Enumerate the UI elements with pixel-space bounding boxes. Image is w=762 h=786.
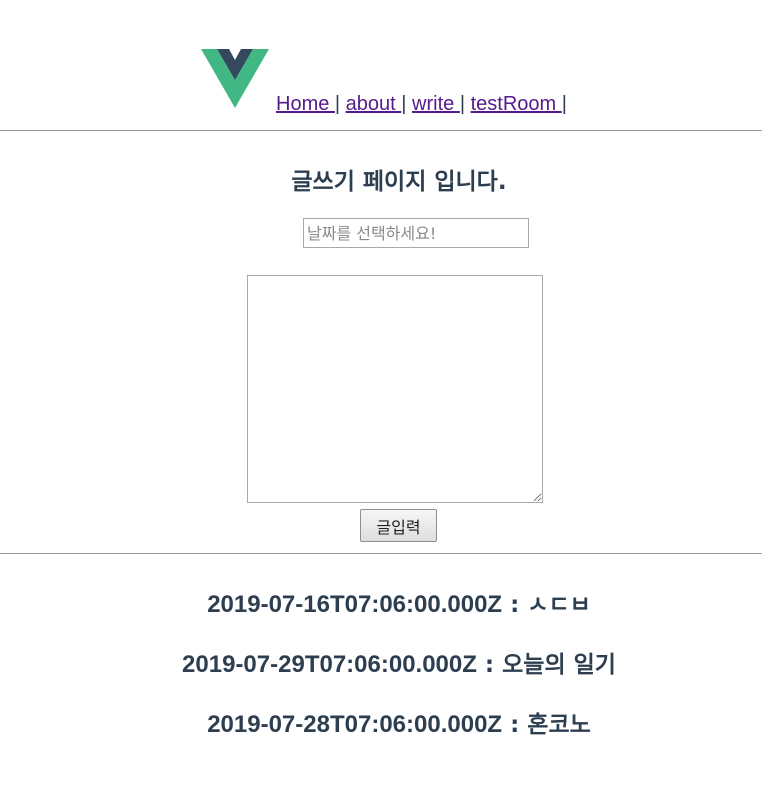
- entry-date: 2019-07-28T07:06:00.000Z: [207, 711, 503, 738]
- submit-post-button[interactable]: 글입력: [360, 509, 437, 542]
- entry-text: ㅅㄷㅂ: [527, 592, 591, 618]
- content-divider: [0, 553, 762, 554]
- entry-date: 2019-07-29T07:06:00.000Z: [182, 651, 477, 678]
- entry-separator: :: [502, 592, 528, 618]
- nav-link-home[interactable]: Home: [276, 93, 335, 115]
- nav-separator: |: [561, 93, 567, 115]
- nav-link-about[interactable]: about: [346, 93, 402, 115]
- entry-separator: :: [502, 712, 528, 738]
- nav-separator: |: [334, 93, 341, 115]
- content-textarea[interactable]: [247, 275, 543, 503]
- entry-text: 오늘의 일기: [502, 652, 616, 678]
- nav-separator: |: [459, 93, 466, 115]
- vue-logo-icon: [201, 49, 269, 108]
- entry-separator: :: [476, 652, 503, 678]
- entry-text: 혼코노: [527, 712, 591, 738]
- date-picker-input[interactable]: [303, 218, 529, 248]
- nav-separator: |: [401, 93, 407, 115]
- list-item: 2019-07-28T07:06:00.000Z : 혼코노: [0, 705, 762, 765]
- header-divider: [0, 130, 762, 131]
- nav-link-testroom[interactable]: testRoom: [471, 93, 562, 115]
- entry-date: 2019-07-16T07:06:00.000Z: [207, 591, 503, 618]
- list-item: 2019-07-16T07:06:00.000Z : ㅅㄷㅂ: [0, 585, 762, 645]
- main-nav: Home | about | write | testRoom |: [276, 93, 567, 116]
- nav-link-write[interactable]: write: [412, 93, 460, 115]
- page-title: 글쓰기 페이지 입니다.: [291, 169, 507, 195]
- list-item: 2019-07-29T07:06:00.000Z : 오늘의 일기: [0, 645, 762, 705]
- entry-list: 2019-07-16T07:06:00.000Z : ㅅㄷㅂ 2019-07-2…: [0, 585, 762, 765]
